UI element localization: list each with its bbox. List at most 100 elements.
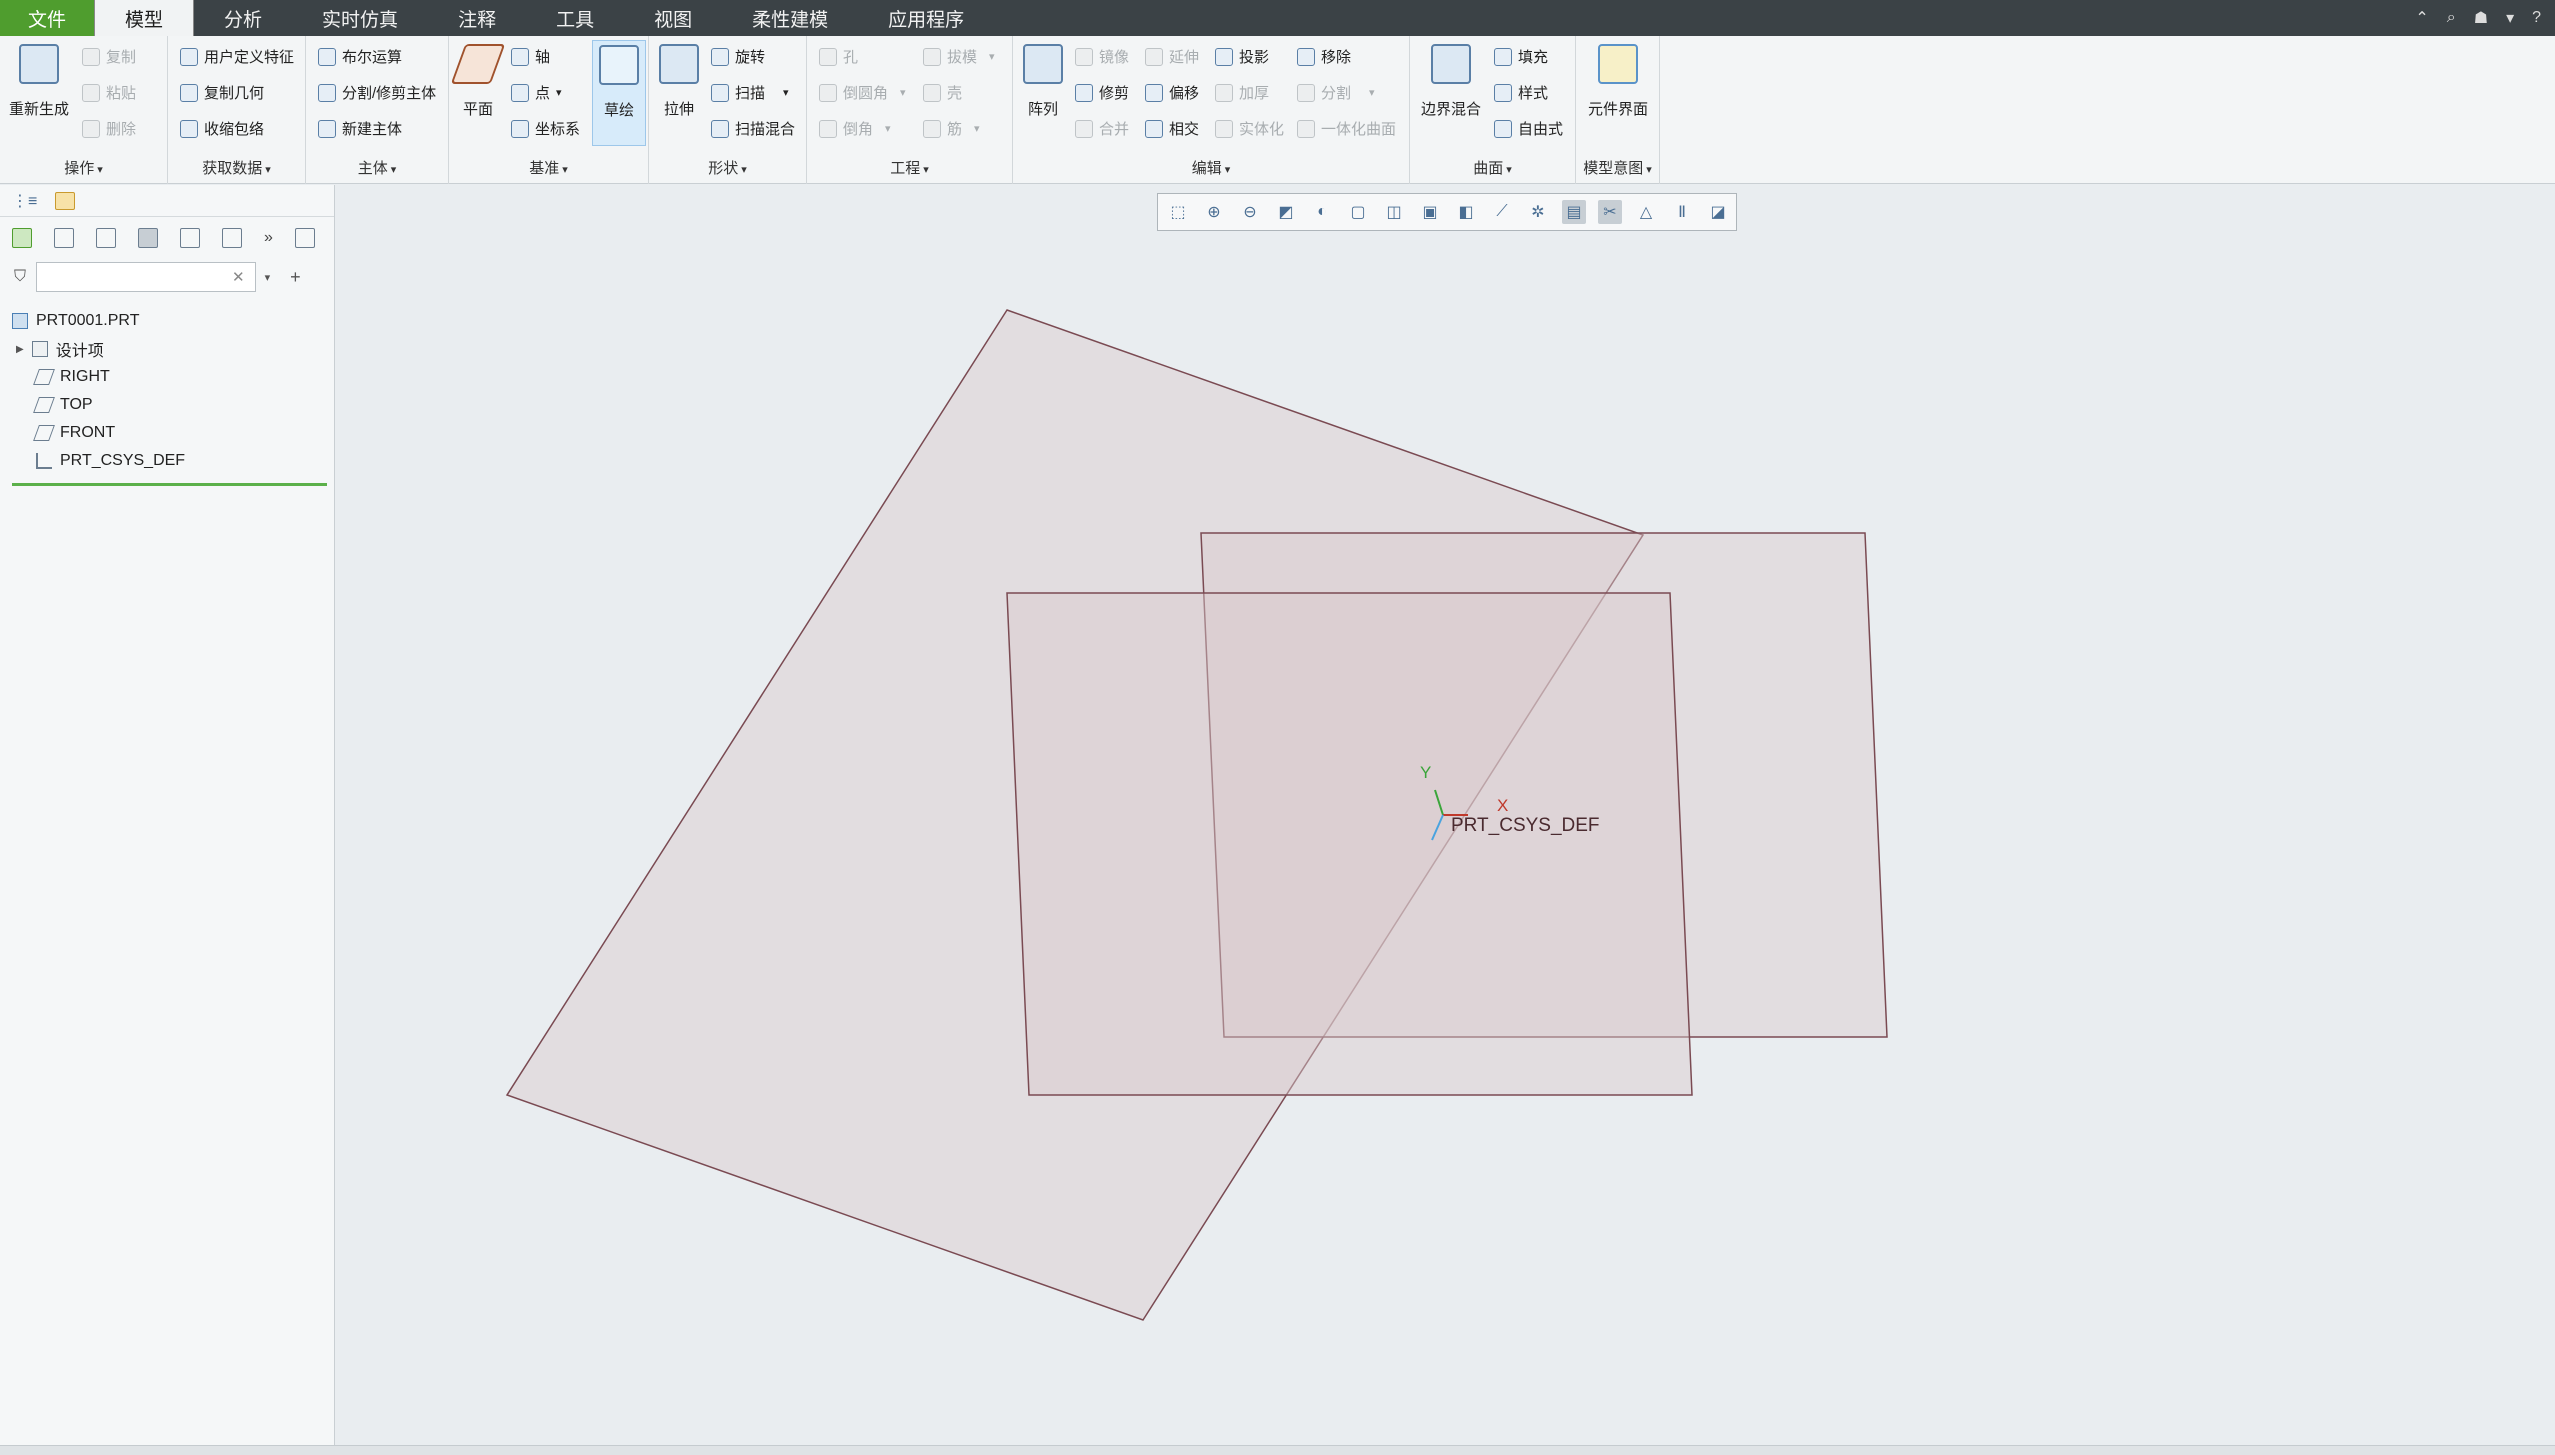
expand-icon[interactable]: ▶ xyxy=(16,344,24,355)
add-icon[interactable]: + xyxy=(290,267,301,288)
thicken-button[interactable]: 加厚 xyxy=(1215,82,1269,103)
more-tools-icon[interactable]: » xyxy=(264,229,273,247)
tree-list-icon[interactable] xyxy=(54,228,74,248)
extrude-button[interactable]: 拉伸 xyxy=(657,44,701,119)
copy-geometry-button[interactable]: 复制几何 xyxy=(180,82,264,103)
intersect-button[interactable]: 相交 xyxy=(1145,118,1199,139)
help-icon[interactable]: ? xyxy=(2532,9,2541,27)
solidify-button[interactable]: 实体化 xyxy=(1215,118,1284,139)
project-button[interactable]: 投影 xyxy=(1215,46,1269,67)
collapse-ribbon-icon[interactable]: ⌃ xyxy=(2415,8,2428,28)
component-interface-button[interactable]: 元件界面 xyxy=(1582,44,1654,119)
refit-icon[interactable]: ⬚ xyxy=(1166,200,1190,224)
tree-item-front[interactable]: FRONT xyxy=(0,419,334,447)
csys-label[interactable]: PRT_CSYS_DEF xyxy=(1451,815,1600,836)
pause-icon[interactable]: Ⅱ xyxy=(1670,200,1694,224)
plane-button[interactable]: 平面 xyxy=(450,44,506,119)
fill-button[interactable]: 填充 xyxy=(1494,46,1548,67)
tab-live-simulation[interactable]: 实时仿真 xyxy=(292,0,428,36)
offset-button[interactable]: 偏移 xyxy=(1145,82,1199,103)
group-label-shapes[interactable]: 形状 xyxy=(649,157,806,178)
remove-button[interactable]: 移除 xyxy=(1297,46,1351,67)
tree-item-top[interactable]: TOP xyxy=(0,391,334,419)
chamfer-dropdown-icon[interactable]: ▾ xyxy=(885,122,891,135)
tree-item-design-items[interactable]: ▶ 设计项 xyxy=(0,335,334,363)
search-icon[interactable]: ⌕ xyxy=(2447,9,2456,27)
sketch-button[interactable]: 草绘 xyxy=(592,40,646,146)
filter-icon[interactable]: ⛉ xyxy=(14,268,26,286)
point-dropdown-icon[interactable]: ▾ xyxy=(556,86,562,99)
copy-button[interactable]: 复制 xyxy=(82,46,136,67)
tab-flexible-modeling[interactable]: 柔性建模 xyxy=(722,0,858,36)
tree-item-csys[interactable]: PRT_CSYS_DEF xyxy=(0,447,334,475)
trim-button[interactable]: 修剪 xyxy=(1075,82,1129,103)
mirror-button[interactable]: 镜像 xyxy=(1075,46,1129,67)
extend-button[interactable]: 延伸 xyxy=(1145,46,1199,67)
axis-button[interactable]: 轴 xyxy=(511,46,550,67)
sketch-display-icon[interactable]: ⟋ xyxy=(1490,200,1514,224)
sweep-dropdown-icon[interactable]: ▾ xyxy=(783,86,789,99)
display-style-icon[interactable]: ◐ xyxy=(1310,200,1334,224)
tab-applications[interactable]: 应用程序 xyxy=(858,0,994,36)
tab-tools[interactable]: 工具 xyxy=(526,0,624,36)
chamfer-button[interactable]: 倒角 ▾ xyxy=(819,118,891,139)
clear-search-icon[interactable]: ✕ xyxy=(232,268,245,286)
rib-button[interactable]: 筋 ▾ xyxy=(923,118,980,139)
group-label-body[interactable]: 主体 xyxy=(306,157,448,178)
tab-annotate[interactable]: 注释 xyxy=(428,0,526,36)
group-label-surfaces[interactable]: 曲面 xyxy=(1410,157,1575,178)
boundary-blend-button[interactable]: 边界混合 xyxy=(1418,44,1484,119)
group-label-model-intent[interactable]: 模型意图 xyxy=(1576,157,1659,178)
split-trim-body-button[interactable]: 分割/修剪主体 xyxy=(318,82,436,103)
part-icon[interactable] xyxy=(12,228,32,248)
tab-model[interactable]: 模型 xyxy=(94,0,195,36)
split-button[interactable]: 分割 ▾ xyxy=(1297,82,1375,103)
tree-item-part[interactable]: PRT0001.PRT xyxy=(0,307,334,335)
split-dropdown-icon[interactable]: ▾ xyxy=(1369,86,1375,99)
tree-notes-icon[interactable] xyxy=(294,228,315,248)
zoom-in-icon[interactable]: ⊕ xyxy=(1202,200,1226,224)
tab-analysis[interactable]: 分析 xyxy=(194,0,292,36)
new-body-button[interactable]: 新建主体 xyxy=(318,118,402,139)
unify-surfaces-button[interactable]: 一体化曲面 xyxy=(1297,118,1396,139)
annotation-filter-icon[interactable]: ◪ xyxy=(1706,200,1730,224)
rib-dropdown-icon[interactable]: ▾ xyxy=(974,122,980,135)
regenerate-button[interactable]: 重新生成 xyxy=(8,44,70,119)
zoom-out-icon[interactable]: ⊖ xyxy=(1238,200,1262,224)
csys-button[interactable]: 坐标系 xyxy=(511,118,580,139)
section-icon[interactable]: ◧ xyxy=(1454,200,1478,224)
appearance-icon[interactable]: △ xyxy=(1634,200,1658,224)
paste-button[interactable]: 粘贴 xyxy=(82,82,136,103)
swept-blend-button[interactable]: 扫描混合 xyxy=(711,118,795,139)
sweep-button[interactable]: 扫描 ▾ xyxy=(711,82,789,103)
perspective-icon[interactable]: ▣ xyxy=(1418,200,1442,224)
spin-center-icon[interactable]: ✂ xyxy=(1598,200,1622,224)
datum-display-icon[interactable]: ✲ xyxy=(1526,200,1550,224)
pattern-button[interactable]: 阵列 xyxy=(1021,44,1065,119)
udf-button[interactable]: 用户定义特征 xyxy=(180,46,294,67)
style-button[interactable]: 样式 xyxy=(1494,82,1548,103)
tree-filter-icon[interactable] xyxy=(222,228,242,248)
view-manager-icon[interactable]: ◫ xyxy=(1382,200,1406,224)
boolean-button[interactable]: 布尔运算 xyxy=(318,46,402,67)
insert-here-indicator[interactable] xyxy=(12,483,327,486)
round-button[interactable]: 倒圆角 ▾ xyxy=(819,82,906,103)
learning-connector-icon[interactable]: ☗ xyxy=(2474,8,2488,28)
tree-search-input[interactable] xyxy=(36,262,257,292)
hole-button[interactable]: 孔 xyxy=(819,46,858,67)
draft-button[interactable]: 拔模 ▾ xyxy=(923,46,995,67)
tab-view[interactable]: 视图 xyxy=(624,0,722,36)
group-label-editing[interactable]: 编辑 xyxy=(1013,157,1409,178)
saved-orientations-icon[interactable]: ▢ xyxy=(1346,200,1370,224)
round-dropdown-icon[interactable]: ▾ xyxy=(900,86,906,99)
graphics-window[interactable]: Y X PRT_CSYS_DEF xyxy=(336,185,2555,1443)
datum-plane-top[interactable] xyxy=(1006,592,1693,1096)
draft-dropdown-icon[interactable]: ▾ xyxy=(989,50,995,63)
model-tree-tab-icon[interactable]: ⋮≡ xyxy=(12,191,37,211)
repaint-icon[interactable]: ◩ xyxy=(1274,200,1298,224)
shell-button[interactable]: 壳 xyxy=(923,82,962,103)
merge-button[interactable]: 合并 xyxy=(1075,118,1129,139)
tree-indent-icon[interactable] xyxy=(96,228,116,248)
tab-file[interactable]: 文件 xyxy=(0,0,95,36)
tree-settings-icon[interactable] xyxy=(180,228,200,248)
